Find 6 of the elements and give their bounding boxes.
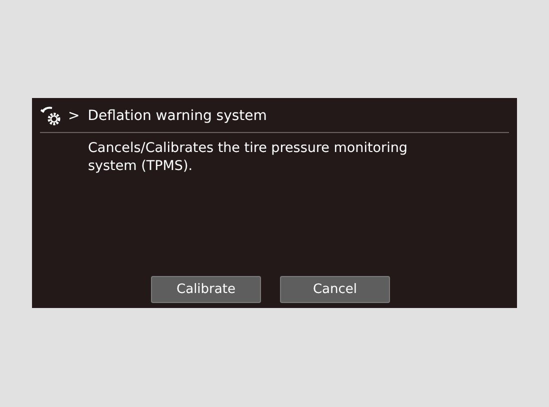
action-button[interactable]: Calibrate (151, 276, 261, 303)
gear-icon (40, 106, 62, 126)
description-text: Cancels/Calibrates the tire pressure monitoring system (TPMS). (88, 139, 408, 175)
action-button[interactable]: Cancel (280, 276, 390, 303)
screen-title: Deflation warning system (88, 108, 267, 124)
breadcrumb-separator: > (68, 108, 80, 124)
